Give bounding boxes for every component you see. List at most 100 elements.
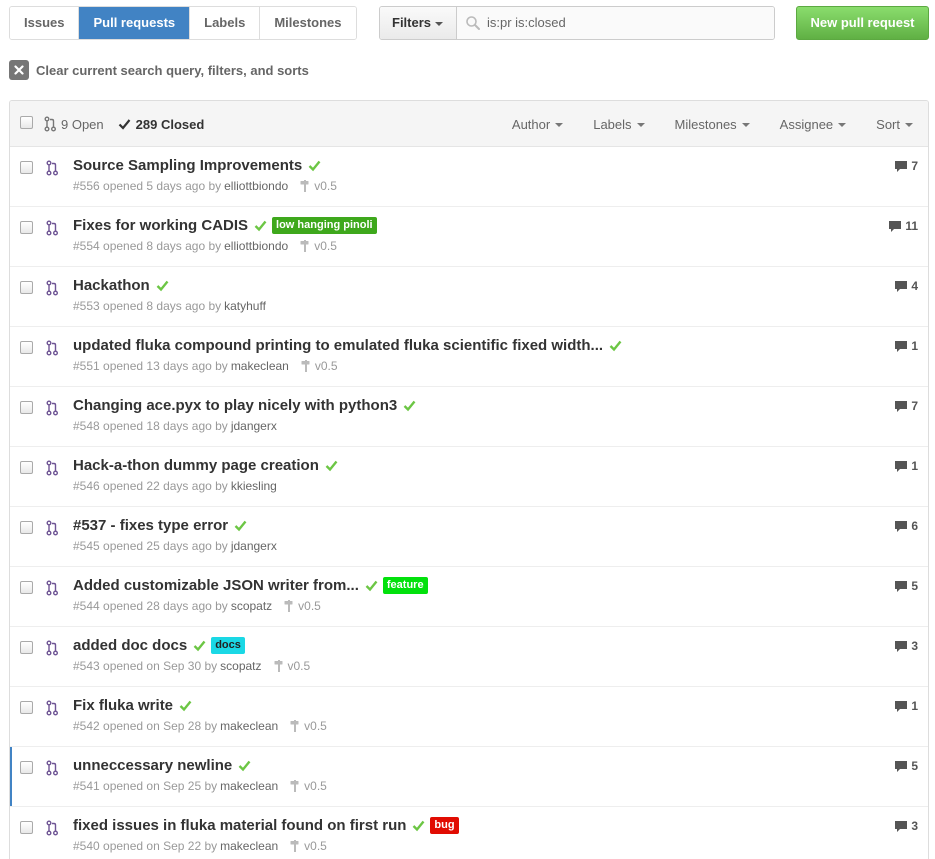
labels-filter[interactable]: Labels: [578, 117, 659, 132]
pull-request-title-link[interactable]: Changing ace.pyx to play nicely with pyt…: [73, 397, 397, 414]
author-link[interactable]: katyhuff: [224, 299, 266, 313]
author-link[interactable]: makeclean: [220, 719, 278, 733]
milestone-link[interactable]: v0.5: [290, 719, 327, 733]
new-pull-request-button[interactable]: New pull request: [796, 6, 929, 40]
comments-link[interactable]: 1: [894, 459, 918, 473]
pull-request-title-link[interactable]: Fix fluka write: [73, 697, 173, 714]
status-success-icon[interactable]: [403, 399, 416, 412]
list-item[interactable]: added doc docs docs #543 opened on Sep 30 …: [10, 627, 928, 687]
pull-request-title-link[interactable]: #537 - fixes type error: [73, 517, 228, 534]
row-checkbox[interactable]: [20, 401, 33, 414]
comments-link[interactable]: 1: [894, 699, 918, 713]
row-checkbox[interactable]: [20, 341, 33, 354]
status-success-icon[interactable]: [254, 219, 267, 232]
pull-request-title-link[interactable]: Hackathon: [73, 277, 150, 294]
filters-dropdown-button[interactable]: Filters: [380, 7, 457, 39]
select-all-checkbox[interactable]: [20, 116, 33, 129]
author-filter[interactable]: Author: [497, 117, 578, 132]
issue-label[interactable]: low hanging pinoli: [272, 217, 377, 234]
pull-request-title-link[interactable]: Source Sampling Improvements: [73, 157, 302, 174]
list-item[interactable]: Fix fluka write #542 opened on Sep 28 by m…: [10, 687, 928, 747]
row-checkbox[interactable]: [20, 701, 33, 714]
author-link[interactable]: scopatz: [231, 599, 272, 613]
author-link[interactable]: makeclean: [220, 779, 278, 793]
author-link[interactable]: makeclean: [231, 359, 289, 373]
sort-filter[interactable]: Sort: [861, 117, 928, 132]
list-item[interactable]: Source Sampling Improvements #556 opened …: [10, 147, 928, 207]
status-success-icon[interactable]: [365, 579, 378, 592]
comments-link[interactable]: 11: [888, 219, 918, 233]
tab-pull-requests[interactable]: Pull requests: [79, 7, 191, 39]
issue-label[interactable]: feature: [382, 577, 428, 594]
comments-link[interactable]: 1: [894, 339, 918, 353]
row-checkbox[interactable]: [20, 281, 33, 294]
search-input[interactable]: [487, 7, 767, 39]
milestone-link[interactable]: v0.5: [290, 839, 327, 853]
author-link[interactable]: makeclean: [220, 839, 278, 853]
clear-filters-link[interactable]: Clear current search query, filters, and…: [9, 60, 309, 80]
comments-link[interactable]: 3: [894, 819, 918, 833]
tab-milestones[interactable]: Milestones: [260, 7, 356, 39]
list-item[interactable]: Added customizable JSON writer from... fe…: [10, 567, 928, 627]
milestone-link[interactable]: v0.5: [290, 779, 327, 793]
milestone-link[interactable]: v0.5: [284, 599, 321, 613]
assignee-filter[interactable]: Assignee: [765, 117, 861, 132]
issue-label[interactable]: docs: [211, 637, 245, 654]
author-link[interactable]: elliottbiondo: [224, 179, 288, 193]
comments-link[interactable]: 7: [894, 159, 918, 173]
row-checkbox[interactable]: [20, 221, 33, 234]
list-item[interactable]: Fixes for working CADIS low hanging pinol…: [10, 207, 928, 267]
comments-link[interactable]: 5: [894, 759, 918, 773]
milestone-link[interactable]: v0.5: [300, 179, 337, 193]
comments-link[interactable]: 3: [894, 639, 918, 653]
status-success-icon[interactable]: [238, 759, 251, 772]
closed-filter-link[interactable]: 289 Closed: [118, 117, 204, 132]
comments-link[interactable]: 5: [894, 579, 918, 593]
open-filter-link[interactable]: 9 Open: [44, 116, 104, 132]
row-checkbox[interactable]: [20, 821, 33, 834]
pull-request-title-link[interactable]: updated fluka compound printing to emula…: [73, 337, 603, 354]
pull-request-title-link[interactable]: Fixes for working CADIS: [73, 217, 248, 234]
list-item[interactable]: Hackathon #553 opened 8 days ago by katyhu…: [10, 267, 928, 327]
row-checkbox[interactable]: [20, 641, 33, 654]
row-checkbox[interactable]: [20, 761, 33, 774]
status-success-icon[interactable]: [325, 459, 338, 472]
milestone-link[interactable]: v0.5: [274, 659, 310, 673]
row-checkbox[interactable]: [20, 581, 33, 594]
list-item[interactable]: unneccessary newline #541 opened on Sep 2…: [10, 747, 928, 807]
list-item[interactable]: Hack-a-thon dummy page creation #546 open…: [10, 447, 928, 507]
author-link[interactable]: jdangerx: [231, 419, 277, 433]
tab-labels[interactable]: Labels: [190, 7, 261, 39]
milestones-filter[interactable]: Milestones: [660, 117, 765, 132]
list-item[interactable]: fixed issues in fluka material found on …: [10, 807, 928, 859]
list-item[interactable]: Changing ace.pyx to play nicely with pyt…: [10, 387, 928, 447]
comments-link[interactable]: 6: [894, 519, 918, 533]
status-success-icon[interactable]: [193, 639, 206, 652]
comments-link[interactable]: 7: [894, 399, 918, 413]
author-link[interactable]: jdangerx: [231, 539, 277, 553]
status-success-icon[interactable]: [156, 279, 169, 292]
milestone-link[interactable]: v0.5: [300, 239, 337, 253]
row-checkbox[interactable]: [20, 521, 33, 534]
milestone-link[interactable]: v0.5: [301, 359, 338, 373]
pull-request-title-link[interactable]: added doc docs: [73, 637, 187, 654]
status-success-icon[interactable]: [609, 339, 622, 352]
author-link[interactable]: kkiesling: [231, 479, 277, 493]
pull-request-title-link[interactable]: Added customizable JSON writer from...: [73, 577, 359, 594]
status-success-icon[interactable]: [412, 819, 425, 832]
issue-label[interactable]: bug: [430, 817, 459, 834]
tab-issues[interactable]: Issues: [10, 7, 80, 39]
comments-link[interactable]: 4: [894, 279, 918, 293]
row-checkbox[interactable]: [20, 461, 33, 474]
list-item[interactable]: #537 - fixes type error #545 opened 25 da…: [10, 507, 928, 567]
author-link[interactable]: elliottbiondo: [224, 239, 288, 253]
status-success-icon[interactable]: [179, 699, 192, 712]
status-success-icon[interactable]: [308, 159, 321, 172]
status-success-icon[interactable]: [234, 519, 247, 532]
pull-request-title-link[interactable]: unneccessary newline: [73, 757, 232, 774]
pull-request-title-link[interactable]: fixed issues in fluka material found on …: [73, 817, 406, 834]
author-link[interactable]: scopatz: [220, 659, 261, 673]
row-checkbox[interactable]: [20, 161, 33, 174]
list-item[interactable]: updated fluka compound printing to emula…: [10, 327, 928, 387]
pull-request-title-link[interactable]: Hack-a-thon dummy page creation: [73, 457, 319, 474]
